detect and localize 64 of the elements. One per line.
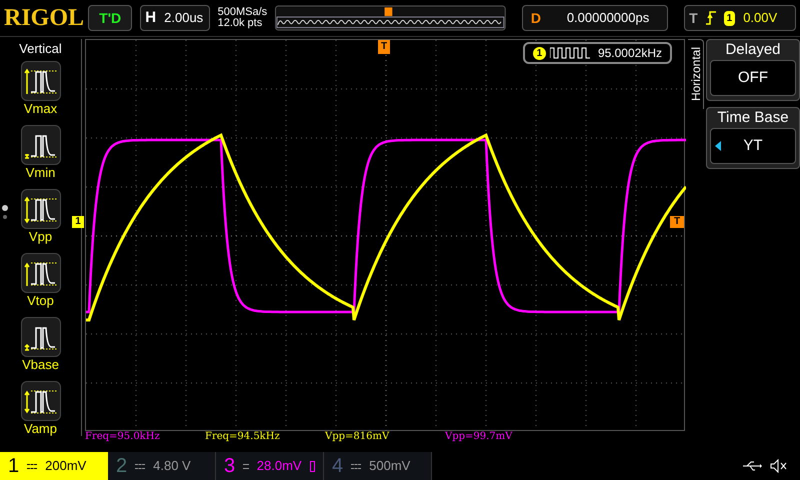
delay-label: D [530, 8, 542, 28]
measurement-label: Vmax [24, 100, 58, 116]
trigger-position-marker[interactable]: T [378, 40, 390, 54]
measurement-label: Vbase [22, 356, 59, 372]
left-arrow-icon [715, 141, 721, 151]
sample-rate: 500MSa/s [218, 7, 268, 18]
run-status[interactable]: T'D [88, 5, 132, 31]
measurement-button[interactable] [20, 316, 60, 356]
channel-number: 3 [224, 454, 236, 479]
measurement-reading: Vpp=816mV [325, 431, 390, 443]
measurement-button[interactable] [20, 188, 60, 228]
timebase-value: 2.00us [163, 9, 204, 28]
measurement-button[interactable] [20, 124, 60, 164]
option-label: Delayed [725, 40, 781, 60]
channel-offset-marker[interactable]: 1 [72, 216, 84, 228]
option-label: Time Base [717, 108, 789, 128]
square-wave-icon [550, 47, 590, 59]
option-value: OFF [738, 68, 768, 88]
channel-scale: 200mV [45, 457, 86, 476]
measurement-button[interactable] [20, 60, 60, 100]
trigger-panel[interactable]: T 1 0.00V [684, 5, 796, 31]
channel-tab[interactable]: 2 4.80 V [108, 452, 216, 480]
channel-number: 1 [8, 454, 20, 479]
rising-edge-icon [706, 11, 716, 25]
trigger-source: 1 [724, 10, 736, 26]
delay-value: 0.00000000ps [566, 9, 650, 28]
dc-coupling-icon [243, 464, 249, 468]
option-value: YT [743, 136, 763, 156]
measurement-button[interactable] [20, 252, 60, 292]
channel-badge: 1 [532, 46, 546, 60]
menu-option[interactable]: Time Base YT [706, 107, 800, 169]
trigger-level-marker[interactable]: T [670, 216, 684, 228]
measurement-label: Vpp [28, 228, 52, 244]
speaker-muted-icon [770, 459, 788, 473]
measurement-label: Vmin [26, 164, 56, 180]
measurement-reading: Freq=94.5kHz [205, 431, 281, 443]
channel-tab[interactable]: 4 500mV [324, 452, 432, 480]
channel-tab[interactable]: 1 200mV [0, 452, 108, 480]
bandwidth-limit-icon [310, 460, 315, 472]
dc-coupling-icon [27, 464, 38, 468]
dc-coupling-icon [351, 464, 362, 468]
frequency-reading: 95.0002kHz [598, 45, 662, 62]
channel-scale: 4.80 V [153, 457, 191, 476]
measurement-reading: Vpp=99.7mV [445, 431, 514, 443]
trigger-level: 0.00V [743, 9, 778, 28]
menu-title: Vertical [19, 40, 62, 58]
measurement-reading: Freq=95.0kHz [85, 431, 161, 443]
usb-icon [742, 460, 762, 472]
measurement-label: Vamp [24, 420, 57, 436]
memory-depth: 12.0k pts [218, 18, 264, 29]
horizontal-label: H [144, 8, 158, 28]
timebase-panel[interactable]: H 2.00us [140, 5, 210, 31]
channel-scale: 28.0mV [256, 457, 302, 476]
channel-number: 4 [332, 454, 344, 479]
dc-coupling-icon [135, 464, 146, 468]
channel-scale: 500mV [369, 457, 410, 476]
trigger-label: T [689, 8, 698, 28]
channel-tab[interactable]: 3 28.0mV [216, 452, 324, 480]
channel-number: 2 [116, 454, 128, 479]
measurement-button[interactable] [20, 380, 60, 420]
menu-title: Horizontal [688, 47, 702, 102]
delay-panel[interactable]: D 0.00000000ps [522, 5, 668, 31]
menu-option[interactable]: Delayed OFF [706, 39, 800, 101]
measurement-label: Vtop [27, 292, 54, 308]
